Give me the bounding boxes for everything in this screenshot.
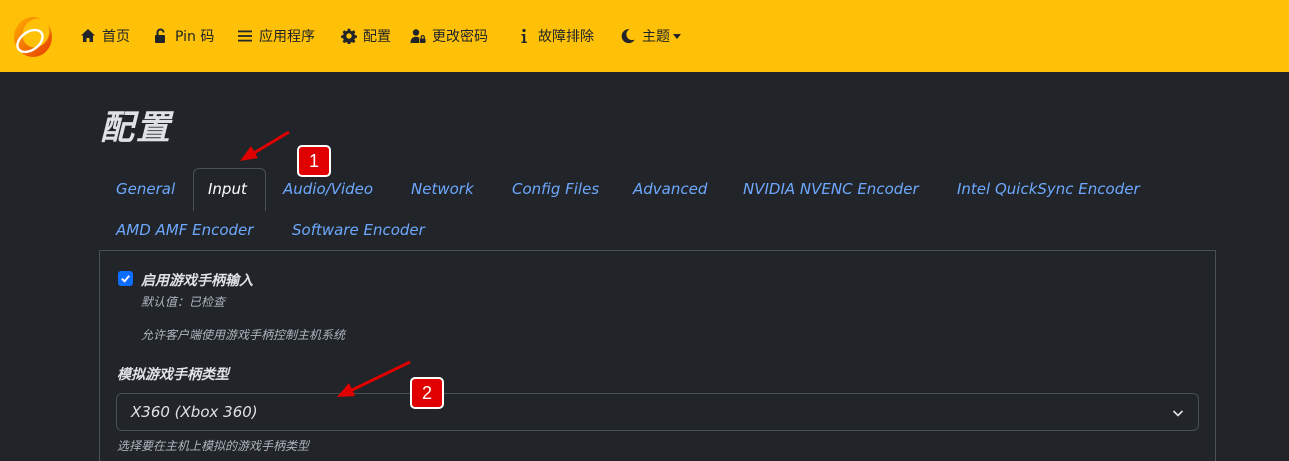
annotation-arrowhead-1 [240, 146, 258, 161]
nav-password-label: 更改密码 [432, 29, 488, 45]
tab-amd-amf[interactable]: AMD AMF Encoder [116, 221, 253, 239]
nav-config-label: 配置 [363, 29, 391, 45]
nav-theme[interactable]: 主题 [620, 26, 681, 46]
tab-audio-video[interactable]: Audio/Video [283, 180, 373, 198]
nav-apps-label: 应用程序 [259, 29, 315, 45]
gamepad-type-help: 选择要在主机上模拟的游戏手柄类型 [117, 439, 310, 453]
info-icon [521, 28, 527, 43]
list-icon [238, 30, 252, 42]
nav-troubleshoot[interactable]: 故障排除 [516, 26, 594, 46]
annotation-badge-2: 2 [410, 377, 444, 409]
gamepad-type-select[interactable]: X360 (Xbox 360) [116, 393, 1199, 431]
page-title: 配置 [100, 108, 172, 148]
tab-advanced[interactable]: Advanced [633, 180, 707, 198]
tab-nvidia-nvenc[interactable]: NVIDIA NVENC Encoder [743, 180, 919, 198]
tab-software-encoder[interactable]: Software Encoder [292, 221, 425, 239]
check-icon [121, 275, 130, 283]
user-lock-icon [410, 29, 426, 43]
gear-icon [341, 28, 357, 44]
sunshine-logo[interactable] [12, 14, 54, 58]
gamepad-type-label: 模拟游戏手柄类型 [117, 367, 229, 383]
nav-troubleshoot-label: 故障排除 [538, 29, 594, 45]
gamepad-enable-description: 允许客户端使用游戏手柄控制主机系统 [141, 328, 346, 342]
home-icon [81, 29, 95, 42]
nav-password[interactable]: 更改密码 [410, 26, 488, 46]
gamepad-enable-default: 默认值：已检查 [141, 295, 226, 309]
nav-home[interactable]: 首页 [80, 26, 130, 46]
moon-icon [621, 29, 635, 44]
top-navbar: 首页 Pin 码 应用程序 配置 更改密码 故障排除 主题 [0, 0, 1289, 72]
annotation-badge-1: 1 [297, 145, 331, 177]
lock-open-icon [155, 28, 165, 43]
tab-network[interactable]: Network [411, 180, 474, 198]
nav-apps[interactable]: 应用程序 [237, 26, 315, 46]
annotation-arrow-1 [253, 130, 290, 155]
nav-pin-label: Pin 码 [175, 29, 215, 45]
nav-home-label: 首页 [102, 29, 130, 45]
tab-intel-quicksync[interactable]: Intel QuickSync Encoder [957, 180, 1140, 198]
gamepad-enable-checkbox[interactable] [118, 271, 133, 286]
tab-general[interactable]: General [116, 180, 175, 198]
nav-pin[interactable]: Pin 码 [153, 26, 214, 46]
gamepad-type-value: X360 (Xbox 360) [131, 403, 258, 421]
tab-config-files[interactable]: Config Files [512, 180, 599, 198]
chevron-down-icon [1172, 410, 1184, 417]
tab-input[interactable]: Input [208, 180, 247, 198]
nav-config[interactable]: 配置 [341, 26, 391, 46]
gamepad-enable-label[interactable]: 启用游戏手柄输入 [141, 270, 253, 290]
chevron-down-icon [673, 33, 681, 39]
nav-theme-label: 主题 [642, 29, 670, 45]
